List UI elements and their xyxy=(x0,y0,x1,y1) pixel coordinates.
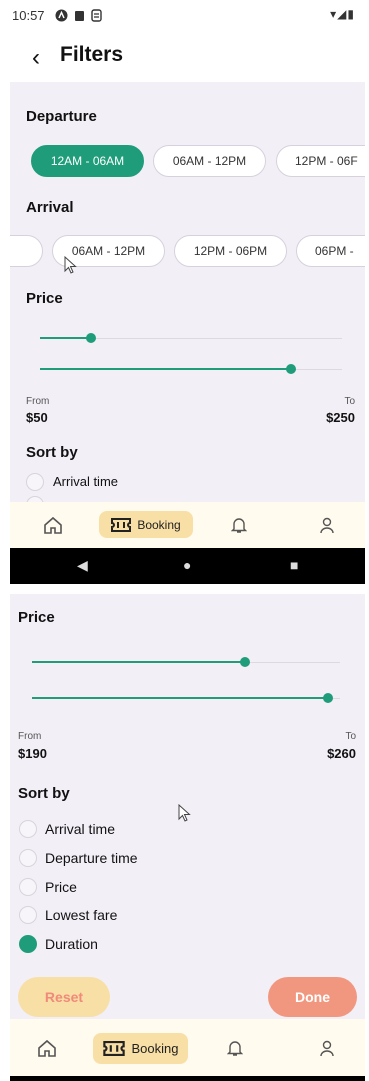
price-min-handle[interactable] xyxy=(86,333,97,343)
profile-icon-2[interactable] xyxy=(314,1035,340,1061)
sort-by-label: Sort by xyxy=(26,444,78,461)
price-from-value: $50 xyxy=(26,410,48,425)
price-max-handle[interactable] xyxy=(285,364,296,374)
arrival-label: Arrival xyxy=(26,199,74,216)
price-label-2: Price xyxy=(18,609,55,626)
sort-radio-departure-time[interactable] xyxy=(19,849,37,867)
bottom-edge xyxy=(10,1076,365,1081)
sort-radio-duration[interactable] xyxy=(19,935,37,953)
nav-booking-tab[interactable]: Booking xyxy=(99,511,193,538)
sort-radio-arrival-time[interactable] xyxy=(26,473,44,491)
arrival-chip-3[interactable]: 06PM - xyxy=(296,235,365,267)
done-button[interactable]: Done xyxy=(268,977,357,1017)
price-max-fill xyxy=(40,368,291,370)
price-to-value: $250 xyxy=(326,410,355,425)
a-icon xyxy=(55,9,68,25)
filters-panel-top: Departure 12AM - 06AM 06AM - 12PM 12PM -… xyxy=(10,82,365,502)
mouse-cursor-icon xyxy=(64,255,78,279)
price-min-handle-2[interactable] xyxy=(239,657,250,667)
clipboard-icon xyxy=(74,9,85,25)
price-label: Price xyxy=(26,290,63,307)
system-back-icon[interactable]: ◀ xyxy=(77,557,88,574)
price-from-value-2: $190 xyxy=(18,746,47,761)
arrival-chip-2[interactable]: 12PM - 06PM xyxy=(174,235,287,267)
filters-panel-bottom: Price From $190 To $260 Sort by Arrival … xyxy=(10,594,365,1019)
home-icon-2[interactable] xyxy=(34,1035,60,1061)
price-min-fill-2 xyxy=(32,661,245,663)
system-home-icon[interactable]: ● xyxy=(183,557,191,573)
status-time: 10:57 xyxy=(12,8,45,23)
price-from-label: From xyxy=(26,396,50,407)
page-title: Filters xyxy=(60,43,124,66)
price-max-fill-2 xyxy=(32,697,328,699)
price-to-label-2: To xyxy=(345,731,356,742)
bottom-nav: Booking xyxy=(10,502,365,548)
price-to-value-2: $260 xyxy=(327,746,356,761)
signal-battery-icon: ▾◢▮ xyxy=(330,7,355,21)
system-nav-bar: ◀ ● ■ xyxy=(10,548,365,584)
sort-radio-arrival-time-2[interactable] xyxy=(19,820,37,838)
price-to-label: To xyxy=(344,396,355,407)
departure-label: Departure xyxy=(26,108,97,125)
sort-option-lowest-fare: Lowest fare xyxy=(45,907,118,923)
bell-icon-2[interactable] xyxy=(222,1035,248,1061)
mouse-cursor-icon-2 xyxy=(178,803,192,827)
sort-by-label-2: Sort by xyxy=(18,785,70,802)
sort-option-departure-time: Departure time xyxy=(45,850,138,866)
status-bar: 10:57 ▾◢▮ xyxy=(0,0,369,34)
system-recents-icon[interactable]: ■ xyxy=(290,557,298,573)
sort-option-arrival-time-2: Arrival time xyxy=(45,821,116,837)
home-icon[interactable] xyxy=(40,512,66,538)
s-icon xyxy=(91,9,102,25)
sort-radio-price[interactable] xyxy=(19,878,37,896)
departure-chip-2[interactable]: 12PM - 06F xyxy=(276,145,365,177)
nav-booking-label: Booking xyxy=(137,517,181,532)
arrival-chip-0[interactable] xyxy=(10,235,43,267)
ticket-icon xyxy=(111,517,132,532)
ticket-icon-2 xyxy=(102,1041,125,1056)
sort-option-price: Price xyxy=(45,879,77,895)
header: ‹ Filters xyxy=(10,34,365,82)
sort-option-arrival-time: Arrival time xyxy=(53,474,119,489)
reset-button[interactable]: Reset xyxy=(18,977,110,1017)
bottom-nav-2: Booking xyxy=(10,1019,365,1076)
nav-booking-label-2: Booking xyxy=(131,1041,179,1056)
price-from-label-2: From xyxy=(18,731,42,742)
nav-booking-tab-2[interactable]: Booking xyxy=(93,1033,188,1064)
back-icon[interactable]: ‹ xyxy=(32,44,40,72)
price-max-handle-2[interactable] xyxy=(322,693,333,703)
sort-option-duration: Duration xyxy=(45,936,98,952)
departure-chip-1[interactable]: 06AM - 12PM xyxy=(153,145,266,177)
profile-icon[interactable] xyxy=(314,512,340,538)
price-min-fill xyxy=(40,337,92,339)
bell-icon[interactable] xyxy=(226,512,252,538)
sort-radio-lowest-fare[interactable] xyxy=(19,906,37,924)
departure-chip-0[interactable]: 12AM - 06AM xyxy=(31,145,144,177)
